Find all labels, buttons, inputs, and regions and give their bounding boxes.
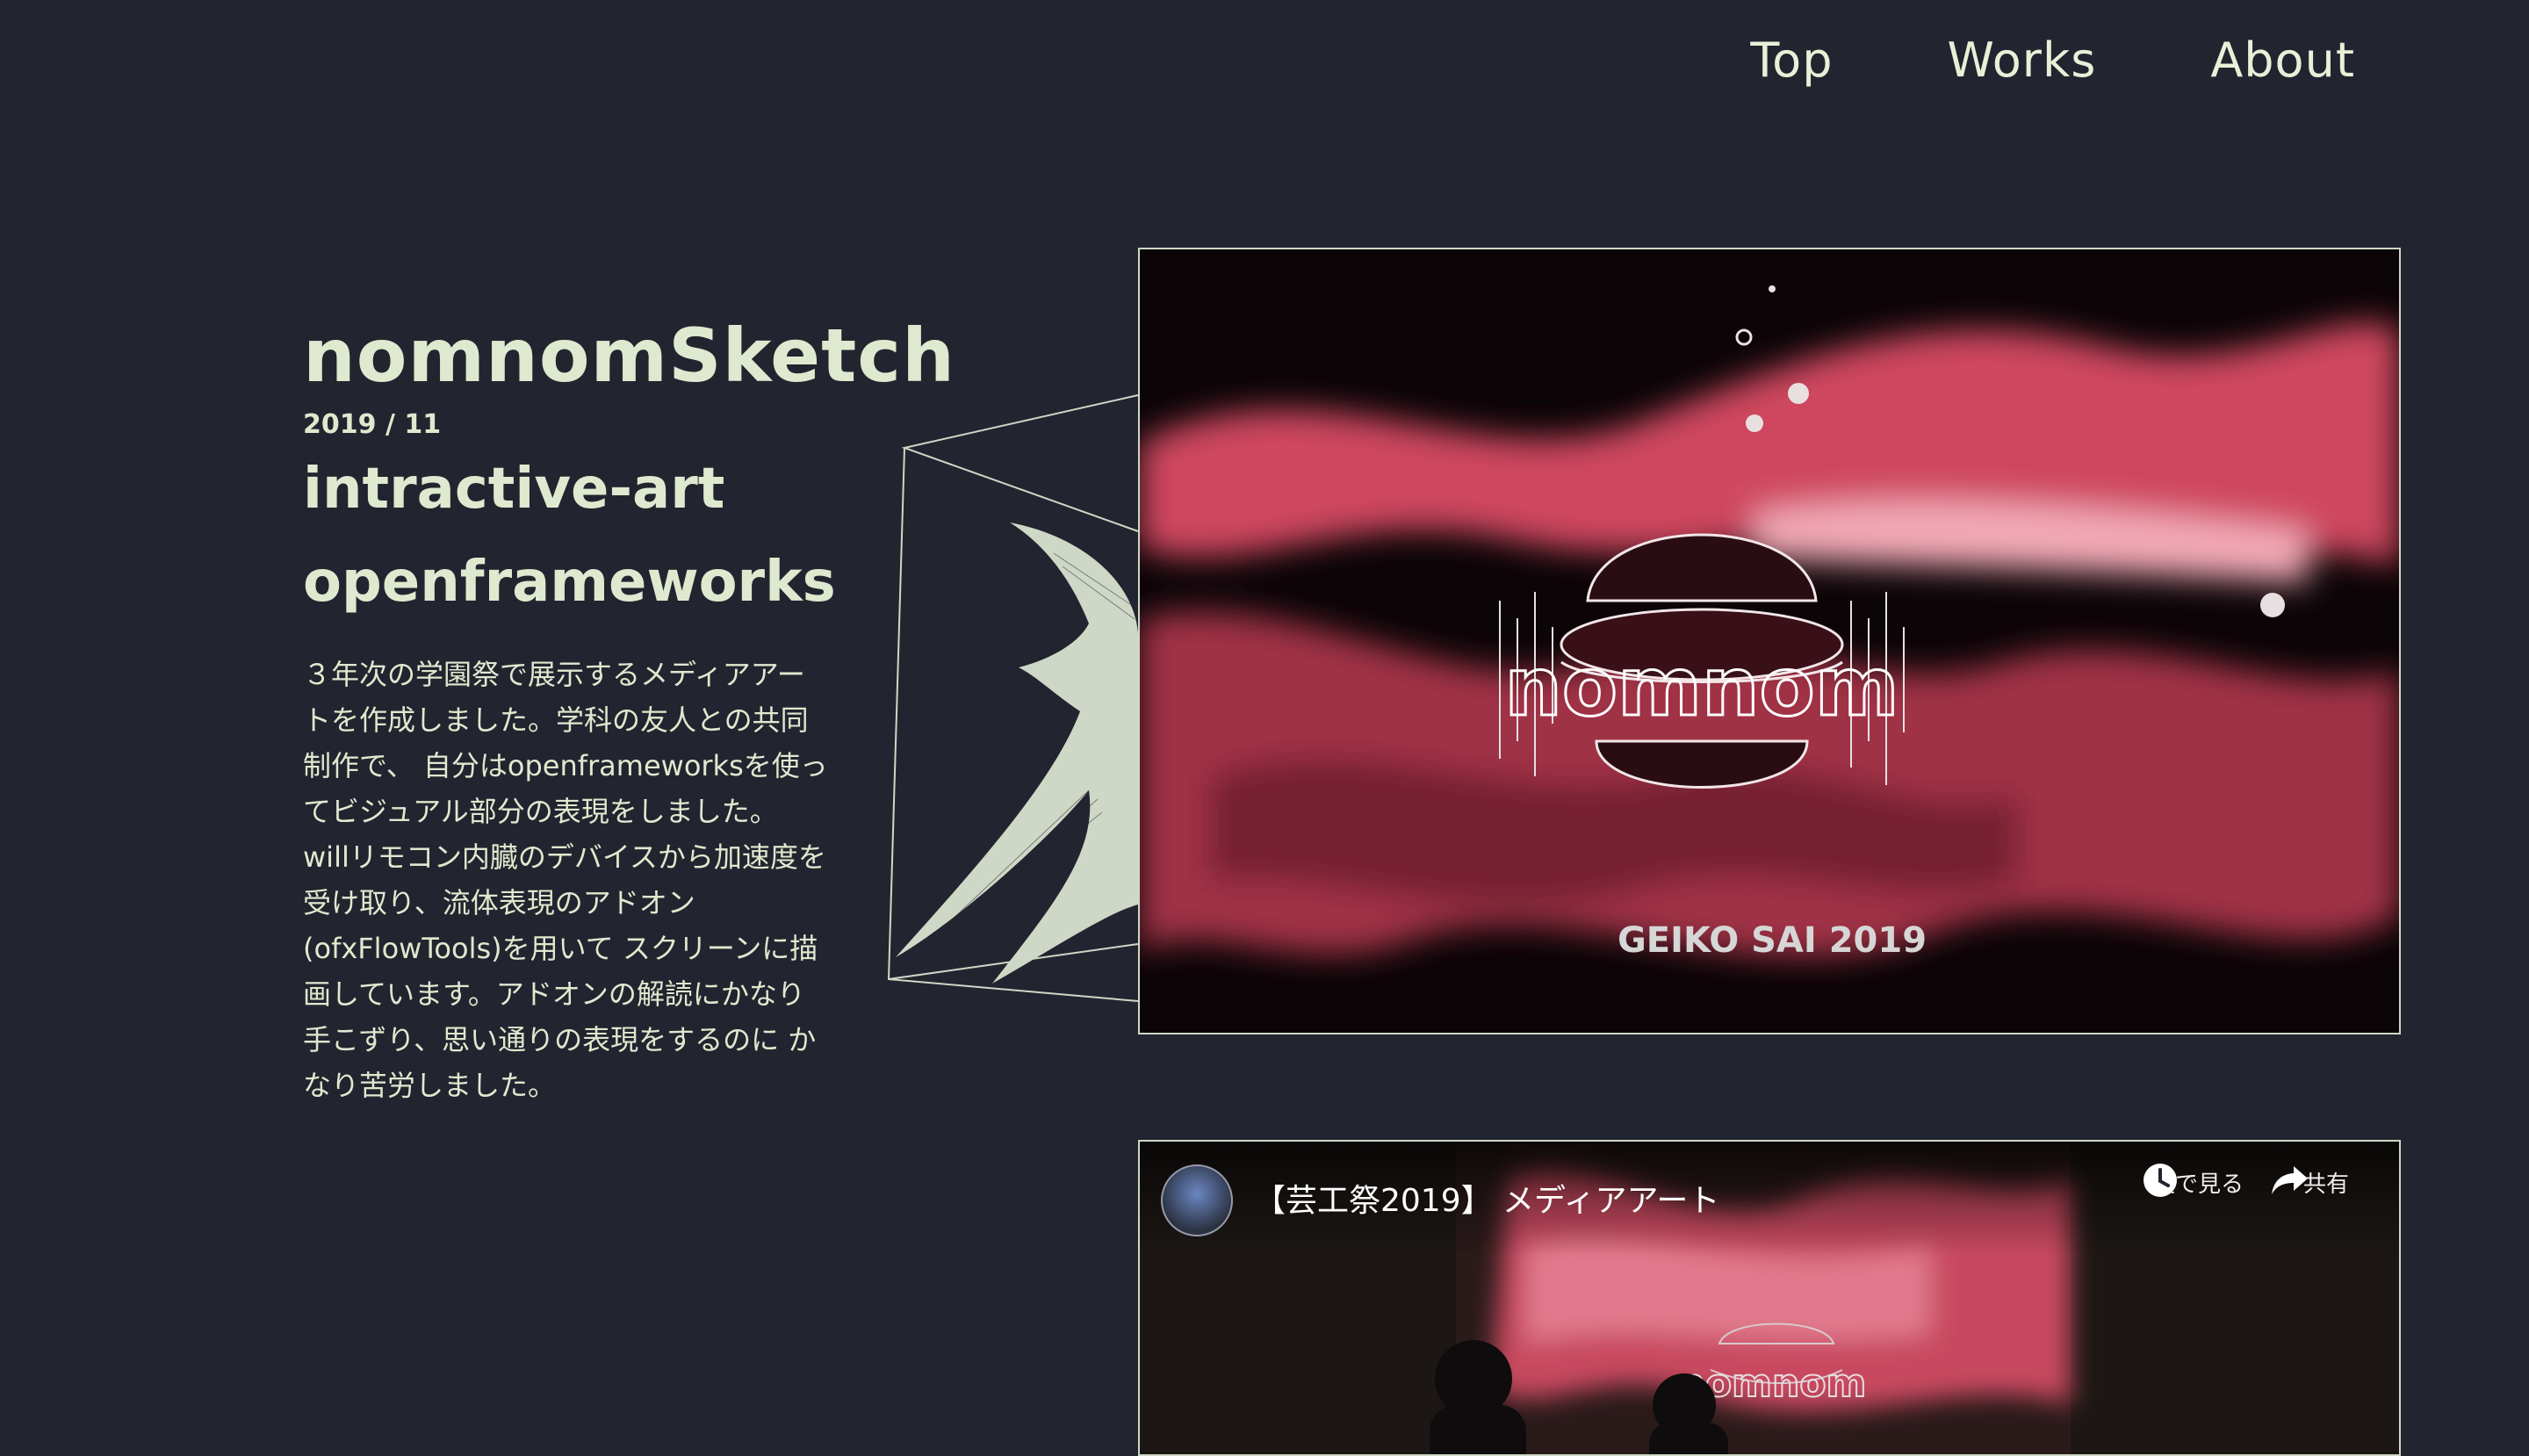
work-tag-interactive-art: intractive-art xyxy=(303,457,725,522)
nav-top-link[interactable]: Top xyxy=(1750,26,1833,95)
work-description: ３年次の学園祭で展示するメディアアー トを作成しました。学科の友人との共同 制作… xyxy=(303,652,865,1108)
work-tag-openframeworks: openframeworks xyxy=(303,550,836,615)
channel-avatar[interactable] xyxy=(1161,1164,1233,1236)
watch-later-button[interactable]: 後で見る xyxy=(2141,1161,2255,1199)
description-line: なり苦労しました。 xyxy=(303,1069,557,1102)
share-arrow-icon xyxy=(2272,1166,2308,1194)
share-button[interactable]: 共有 xyxy=(2269,1161,2383,1199)
wireframe-decoration xyxy=(887,394,1139,1002)
description-line: トを作成しました。学科の友人との共同 xyxy=(303,703,809,737)
description-line: (ofxFlowTools)を用いて スクリーンに描 xyxy=(303,932,818,965)
video-title[interactable]: 【芸工祭2019】 メディアアート xyxy=(1254,1175,1719,1221)
description-line: てビジュアル部分の表現をしました。 xyxy=(303,795,778,828)
clock-icon xyxy=(2144,1164,2177,1197)
description-line: 画しています。アドオンの解読にかなり xyxy=(303,977,805,1011)
work-title: nomnomSketch xyxy=(303,313,955,399)
description-line: ３年次の学園祭で展示するメディアアー xyxy=(303,658,805,691)
work-info: nomnomSketch 2019 / 11 intractive-art op… xyxy=(303,307,955,1108)
embedded-video-player[interactable]: nomnom 【芸工祭2019】 メディアアート 後で見る 共有 xyxy=(1138,1140,2401,1456)
description-line: 制作で、 自分はopenframeworksを使っ xyxy=(303,749,828,782)
hero-caption: GEIKO SAI 2019 xyxy=(1618,920,1927,961)
description-line: 受け取り、流体表現のアドオン xyxy=(303,886,695,919)
hero-logo-text: nomnom xyxy=(1504,640,1899,734)
work-date: 2019 / 11 xyxy=(303,409,442,440)
top-nav: Top Works About xyxy=(1636,26,2355,95)
description-line: 手こずり、思い通りの表現をするのに か xyxy=(303,1023,817,1056)
nav-about-link[interactable]: About xyxy=(2210,26,2355,95)
hero-artwork-image: nomnom GEIKO SAI 2019 xyxy=(1138,248,2401,1034)
description-line: willリモコン内臓のデバイスから加速度を xyxy=(303,840,826,874)
nav-works-link[interactable]: Works xyxy=(1947,26,2096,95)
